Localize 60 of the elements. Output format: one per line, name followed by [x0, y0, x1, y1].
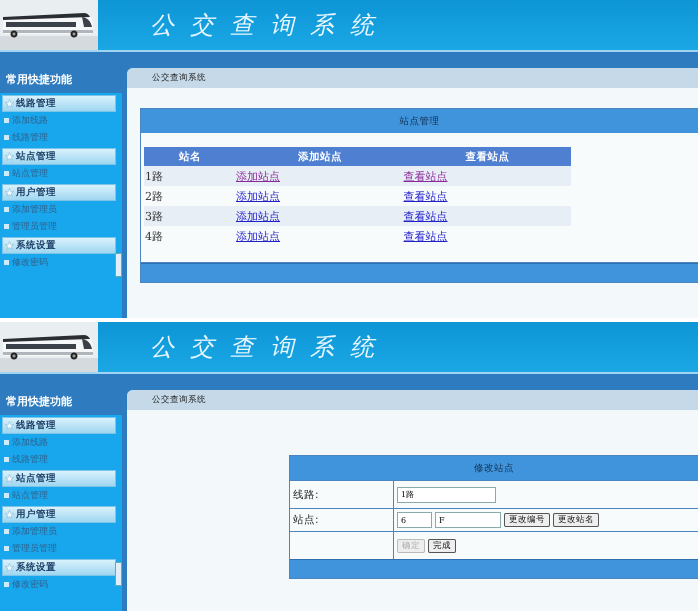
star-icon	[5, 241, 14, 250]
form-button[interactable]: 完成	[428, 538, 456, 552]
view-stops-link[interactable]: 查看站点	[404, 170, 448, 182]
add-stop-link[interactable]: 添加站点	[236, 230, 280, 242]
bullet-icon	[4, 457, 9, 462]
panel-title: 站点管理	[400, 114, 440, 128]
bullet-icon	[4, 582, 9, 587]
menu-group-header[interactable]: 线路管理	[2, 417, 116, 434]
column-header: 添加站点	[236, 147, 404, 166]
view-stops-link[interactable]: 查看站点	[404, 210, 448, 222]
menu-group-header[interactable]: 用户管理	[2, 184, 116, 201]
view-stops-link[interactable]: 查看站点	[404, 230, 448, 242]
form-button[interactable]: 更改站名	[553, 513, 599, 527]
view-stops-link[interactable]: 查看站点	[404, 190, 448, 202]
field-label: 线路:	[293, 488, 319, 502]
input-field[interactable]: 1路	[397, 486, 496, 502]
star-icon	[5, 563, 14, 572]
star-icon	[5, 510, 14, 519]
star-icon	[5, 421, 14, 430]
collapse-handle[interactable]	[115, 562, 122, 586]
breadcrumb: 公交查询系统	[152, 72, 206, 84]
sidebar-title: 常用快捷功能	[0, 68, 122, 93]
sidebar-title: 常用快捷功能	[0, 390, 122, 415]
menu-group-header[interactable]: 系统设置	[2, 237, 116, 254]
menu-group-header[interactable]: 站点管理	[2, 148, 116, 165]
column-header: 查看站点	[404, 147, 571, 166]
bullet-icon	[4, 493, 9, 498]
bullet-icon	[4, 529, 9, 534]
bullet-icon	[4, 135, 9, 140]
menu-group-header[interactable]: 线路管理	[2, 95, 116, 112]
column-header: 站名	[144, 147, 236, 166]
star-icon	[5, 188, 14, 197]
star-icon	[5, 99, 14, 108]
table-cell: 1路	[144, 166, 236, 186]
bullet-icon	[4, 440, 9, 445]
add-stop-link[interactable]: 添加站点	[236, 210, 280, 222]
table-cell: 2路	[144, 186, 236, 206]
menu-group-header[interactable]: 系统设置	[2, 559, 116, 576]
bullet-icon	[4, 224, 9, 229]
bullet-icon	[4, 546, 9, 551]
bullet-icon	[4, 207, 9, 212]
add-stop-link[interactable]: 添加站点	[236, 170, 280, 182]
app-title: 公交查询系统	[150, 10, 390, 41]
form-button[interactable]: 更改编号	[504, 513, 550, 527]
add-stop-link[interactable]: 添加站点	[236, 190, 280, 202]
input-field[interactable]: F	[435, 512, 501, 528]
collapse-handle[interactable]	[115, 253, 122, 277]
app-title: 公交查询系统	[150, 332, 390, 363]
field-label: 站点:	[293, 513, 319, 527]
bullet-icon	[4, 260, 9, 265]
star-icon	[5, 152, 14, 161]
panel-title: 修改站点	[474, 462, 514, 474]
bullet-icon	[4, 171, 9, 176]
table-cell: 3路	[144, 206, 236, 226]
breadcrumb: 公交查询系统	[152, 394, 206, 406]
star-icon	[5, 474, 14, 483]
menu-group-header[interactable]: 用户管理	[2, 506, 116, 523]
bullet-icon	[4, 118, 9, 123]
input-field[interactable]: 6	[397, 512, 432, 528]
menu-group-header[interactable]: 站点管理	[2, 470, 116, 487]
